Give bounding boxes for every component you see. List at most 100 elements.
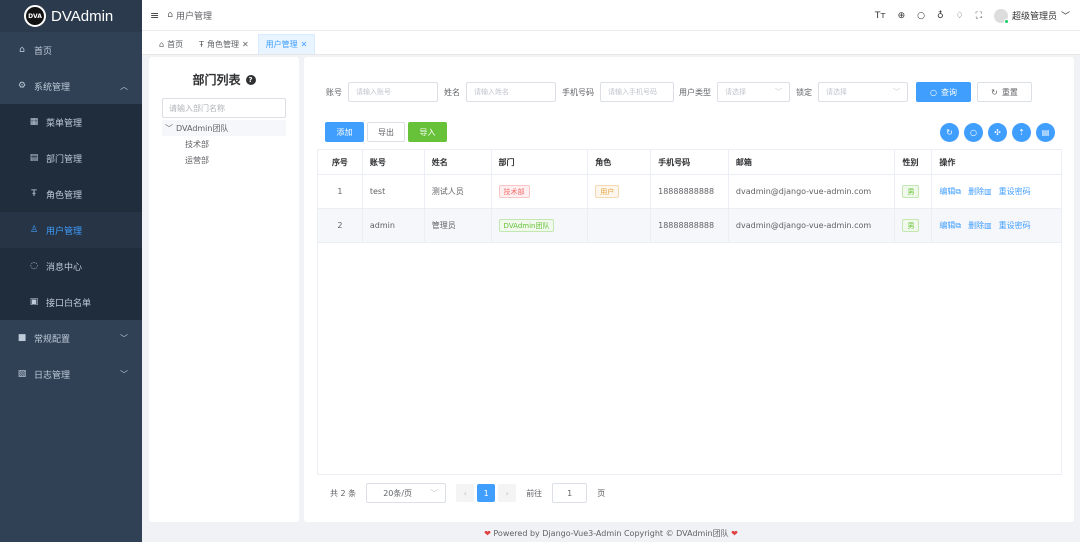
dept-search-input[interactable]: 请输入部门名称 bbox=[162, 98, 286, 118]
refresh-icon[interactable]: ↻ bbox=[940, 123, 959, 142]
sidebar-item-whitelist[interactable]: ▣ 接口白名单 bbox=[0, 284, 142, 320]
table-row[interactable]: 1 test 测试人员 技术部 用户 18888888888 dvadmin@d… bbox=[318, 175, 1061, 209]
bell-icon[interactable]: ♢ bbox=[956, 11, 964, 21]
gender-tag: 男 bbox=[902, 219, 920, 232]
chevron-down-icon: ﹀ bbox=[430, 488, 439, 498]
total-count: 共 2 条 bbox=[330, 488, 357, 498]
next-page-button[interactable]: › bbox=[498, 484, 517, 502]
cell-phone: 18888888888 bbox=[651, 175, 729, 208]
search-icon[interactable]: ○ bbox=[917, 11, 925, 21]
help-icon[interactable]: ? bbox=[245, 74, 256, 85]
tab-label: 首页 bbox=[167, 39, 184, 49]
user-icon: ♙ bbox=[29, 225, 39, 235]
breadcrumb-item[interactable]: 用户管理 bbox=[176, 9, 212, 22]
sidebar-item-config[interactable]: ■ 常规配置 ﹀ bbox=[0, 320, 142, 356]
cell-gender: 男 bbox=[895, 175, 933, 208]
edit-link[interactable]: 编辑⧉ bbox=[939, 220, 961, 231]
globe-icon[interactable]: ⊕ bbox=[898, 11, 906, 21]
pager-buttons: ‹ 1 › bbox=[456, 484, 517, 502]
export-button[interactable]: 导出 bbox=[367, 122, 405, 142]
cell-gender: 男 bbox=[895, 209, 933, 242]
cell-index: 2 bbox=[318, 209, 363, 242]
dept-tag: DVAdmin团队 bbox=[498, 219, 555, 232]
tab-role[interactable]: Ŧ 角色管理 ✕ bbox=[192, 34, 256, 54]
sidebar-item-home[interactable]: ⌂ 首页 bbox=[0, 32, 142, 68]
sidebar-item-label: 常规配置 bbox=[34, 334, 71, 345]
name-input[interactable]: 请输入姓名 bbox=[466, 82, 556, 102]
move-icon[interactable]: ✣ bbox=[988, 123, 1007, 142]
tree-node-tech[interactable]: 技术部 bbox=[162, 136, 286, 152]
logo[interactable]: DVA DVAdmin bbox=[0, 0, 142, 32]
close-icon[interactable]: ✕ bbox=[242, 40, 249, 49]
col-header: 角色 bbox=[588, 150, 652, 174]
sidebar-item-label: 系统管理 bbox=[34, 82, 71, 93]
sidebar-item-role[interactable]: Ŧ 角色管理 bbox=[0, 176, 142, 212]
delete-link[interactable]: 删除▥ bbox=[968, 220, 992, 231]
home-icon: ⌂ bbox=[159, 39, 165, 49]
cell-account: test bbox=[363, 175, 425, 208]
upload-icon[interactable]: ⇡ bbox=[1012, 123, 1031, 142]
building-icon: ▤ bbox=[29, 153, 39, 163]
close-icon[interactable]: ✕ bbox=[301, 40, 308, 49]
search-icon: ○ bbox=[930, 87, 937, 97]
tree-node-root[interactable]: ﹀ DVAdmin团队 bbox=[162, 120, 286, 136]
goto-input[interactable]: 1 bbox=[552, 483, 588, 503]
table-tools: ↻ ○ ✣ ⇡ ▤ bbox=[940, 123, 1055, 142]
sidebar-item-label: 消息中心 bbox=[46, 262, 83, 273]
breadcrumb: ⌂ 用户管理 bbox=[167, 9, 212, 22]
delete-link[interactable]: 删除▥ bbox=[968, 186, 992, 197]
theme-icon[interactable]: ♁ bbox=[937, 11, 944, 21]
edit-link[interactable]: 编辑⧉ bbox=[939, 186, 961, 197]
reset-password-link[interactable]: 重设密码 bbox=[999, 220, 1031, 231]
online-dot bbox=[1003, 18, 1009, 24]
search-button[interactable]: ○ 查询 bbox=[916, 82, 971, 102]
system-submenu: ▦ 菜单管理 ▤ 部门管理 Ŧ 角色管理 ♙ 用户管理 ◌ 消息中心 ▣ 接口白… bbox=[0, 104, 142, 320]
search-button-label: 查询 bbox=[940, 87, 957, 97]
tree-node-ops[interactable]: 运营部 bbox=[162, 152, 286, 168]
sidebar-item-log[interactable]: ▧ 日志管理 ﹀ bbox=[0, 356, 142, 392]
prev-page-button[interactable]: ‹ bbox=[456, 484, 475, 502]
search-icon[interactable]: ○ bbox=[964, 123, 983, 142]
col-header: 部门 bbox=[492, 150, 589, 174]
cell-account: admin bbox=[363, 209, 425, 242]
col-header: 手机号码 bbox=[651, 150, 729, 174]
reset-button[interactable]: ↻ 重置 bbox=[977, 82, 1032, 102]
user-type-select[interactable]: 请选择 ﹀ bbox=[717, 82, 790, 102]
page-size-select[interactable]: 20条/页 ﹀ bbox=[366, 483, 447, 503]
reset-password-link[interactable]: 重设密码 bbox=[999, 186, 1031, 197]
role-tag: 用户 bbox=[595, 185, 620, 198]
col-header: 操作 bbox=[939, 157, 956, 167]
phone-input[interactable]: 请输入手机号码 bbox=[600, 82, 674, 102]
account-input[interactable]: 请输入账号 bbox=[348, 82, 438, 102]
sidebar-item-system[interactable]: ⚙ 系统管理 ︿ bbox=[0, 68, 142, 104]
page-button[interactable]: 1 bbox=[477, 484, 496, 502]
app-name: DVAdmin bbox=[51, 7, 114, 25]
table-row[interactable]: 2 admin 管理员 DVAdmin团队 18888888888 dvadmi… bbox=[318, 209, 1061, 243]
edit-label: 编辑 bbox=[939, 187, 956, 196]
import-button[interactable]: 导入 bbox=[408, 122, 447, 142]
home-icon: ⌂ bbox=[19, 45, 25, 55]
sidebar-item-message[interactable]: ◌ 消息中心 bbox=[0, 248, 142, 284]
font-size-icon[interactable]: Tт bbox=[875, 11, 886, 21]
edit-icon: ⧉ bbox=[955, 221, 962, 230]
sidebar-item-dept[interactable]: ▤ 部门管理 bbox=[0, 140, 142, 176]
user-panel: 账号 请输入账号 姓名 请输入姓名 手机号码 请输入手机号码 用户类型 请选择 … bbox=[304, 57, 1074, 522]
sidebar-item-user[interactable]: ♙ 用户管理 bbox=[0, 212, 142, 248]
columns-icon[interactable]: ▤ bbox=[1036, 123, 1055, 142]
sidebar-item-menu[interactable]: ▦ 菜单管理 bbox=[0, 104, 142, 140]
lock-select[interactable]: 请选择 ﹀ bbox=[818, 82, 908, 102]
tab-home[interactable]: ⌂ 首页 bbox=[152, 34, 190, 54]
username: 超级管理员 bbox=[1011, 12, 1057, 22]
cell-ops: 编辑⧉ 删除▥ 重设密码 bbox=[932, 209, 1061, 242]
add-button[interactable]: 添加 bbox=[325, 122, 364, 142]
phone-label: 手机号码 bbox=[562, 87, 594, 97]
page-unit: 页 bbox=[597, 488, 606, 498]
cell-email: dvadmin@django-vue-admin.com bbox=[729, 175, 896, 208]
lock-label: 锁定 bbox=[796, 87, 812, 97]
tab-user[interactable]: 用户管理 ✕ bbox=[257, 34, 316, 54]
menu-toggle-icon[interactable]: ≡ bbox=[150, 9, 159, 22]
col-header: 序号 bbox=[318, 150, 363, 174]
user-menu[interactable]: 超级管理员 ﹀ bbox=[993, 8, 1070, 24]
chevron-down-icon: ﹀ bbox=[120, 333, 128, 343]
fullscreen-icon[interactable]: ⛶ bbox=[976, 11, 982, 21]
